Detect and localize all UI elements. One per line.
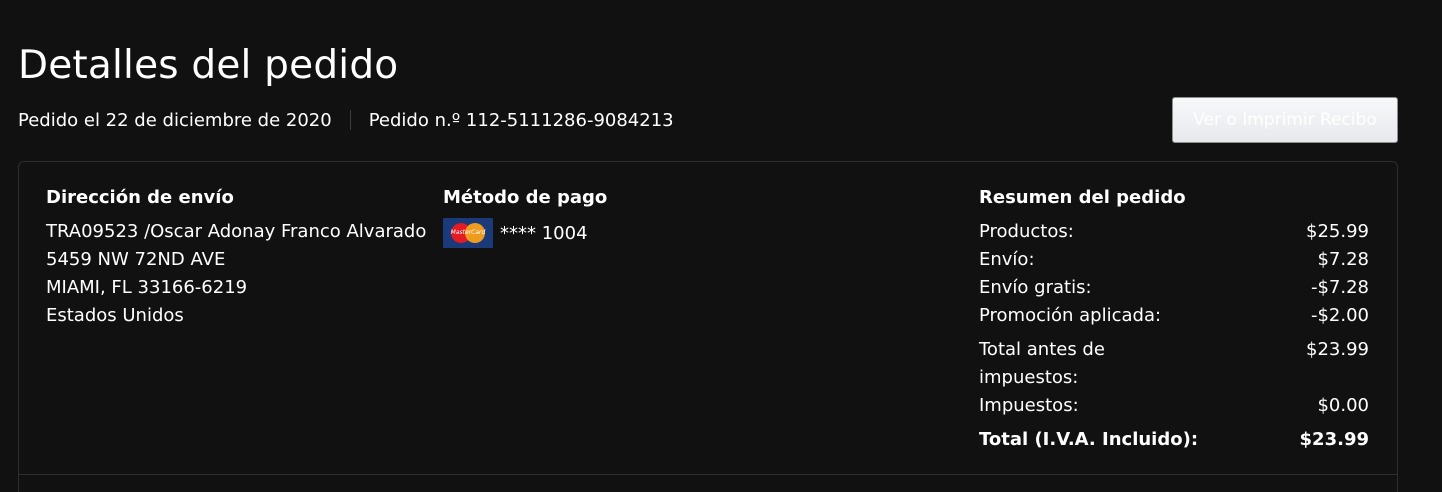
summary-total-label: Total (I.V.A. Incluido):: [979, 429, 1199, 450]
summary-value: -$2.00: [1310, 305, 1369, 326]
summary-value: $25.99: [1306, 221, 1369, 242]
page-title: Detalles del pedido: [18, 43, 399, 88]
order-details-page: Detalles del pedido Pedido el 22 de dici…: [0, 0, 1442, 492]
card-number-masked: **** 1004: [500, 222, 588, 244]
summary-label: Productos:: [979, 221, 1074, 242]
print-receipt-button[interactable]: Ver o Imprimir Recibo: [1172, 97, 1398, 143]
summary-row-subtotal: Total antes de impuestos: $23.99: [979, 336, 1369, 392]
summary-row-promotion: Promoción aplicada: -$2.00: [979, 302, 1369, 330]
mastercard-icon: MasterCard: [443, 218, 493, 248]
summary-rows: Productos: $25.99 Envío: $7.28 Envío gra…: [979, 218, 1369, 454]
payment-card-row: MasterCard **** 1004: [443, 218, 607, 248]
summary-row-total: Total (I.V.A. Incluido): $23.99: [979, 426, 1369, 454]
shipping-address-section: Dirección de envío TRA09523 /Oscar Adona…: [46, 184, 426, 330]
summary-value: $7.28: [1317, 249, 1369, 270]
payment-heading: Método de pago: [443, 187, 608, 208]
summary-label: Envío:: [979, 249, 1035, 270]
payment-method-section: Método de pago MasterCard **** 1004: [443, 184, 607, 248]
summary-value: $0.00: [1317, 395, 1369, 416]
meta-divider: [349, 110, 351, 130]
order-meta: Pedido el 22 de diciembre de 2020 Pedido…: [18, 107, 674, 133]
card-logo-text: MasterCard: [450, 229, 486, 236]
summary-row-taxes: Impuestos: $0.00: [979, 392, 1369, 420]
summary-value: -$7.28: [1310, 277, 1369, 298]
card-divider: [18, 474, 1398, 475]
order-number: Pedido n.º 112-5111286-9084213: [368, 109, 674, 131]
summary-label: Total antes de impuestos:: [979, 339, 1105, 388]
address-line: MIAMI, FL 33166-6219: [46, 277, 248, 298]
order-date: Pedido el 22 de diciembre de 2020: [18, 109, 332, 131]
summary-total-value: $23.99: [1299, 429, 1369, 450]
summary-row-products: Productos: $25.99: [979, 218, 1369, 246]
summary-row-shipping: Envío: $7.28: [979, 246, 1369, 274]
summary-heading: Resumen del pedido: [979, 187, 1186, 208]
summary-label: Impuestos:: [979, 395, 1079, 416]
order-summary-section: Resumen del pedido Productos: $25.99 Env…: [979, 184, 1369, 454]
address-line: Estados Unidos: [46, 305, 184, 326]
summary-row-free-shipping: Envío gratis: -$7.28: [979, 274, 1369, 302]
shipping-heading: Dirección de envío: [46, 187, 234, 208]
summary-label: Promoción aplicada:: [979, 305, 1162, 326]
shipping-address: TRA09523 /Oscar Adonay Franco Alvarado 5…: [46, 218, 426, 330]
summary-label: Envío gratis:: [979, 277, 1092, 298]
address-line: TRA09523 /Oscar Adonay Franco Alvarado: [46, 221, 427, 242]
address-line: 5459 NW 72ND AVE: [46, 249, 226, 270]
summary-value: $23.99: [1306, 339, 1369, 360]
